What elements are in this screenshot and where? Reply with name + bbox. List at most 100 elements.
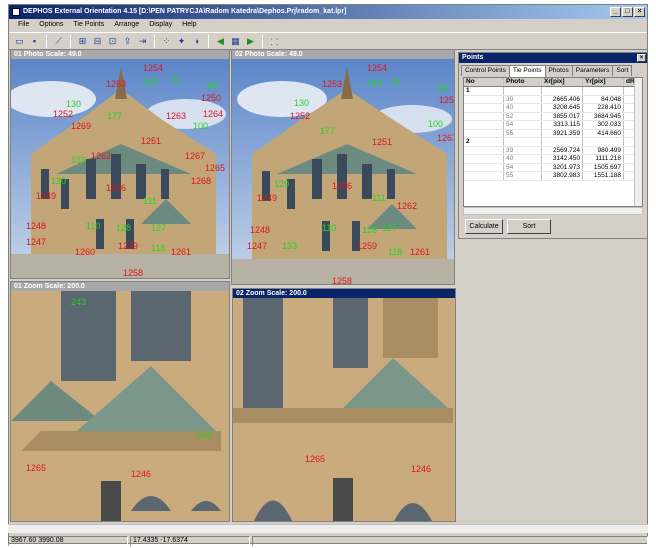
tie-point-label[interactable]: 1247 [247,241,267,251]
table-vertical-scrollbar[interactable] [634,78,642,206]
tie-point-label[interactable]: 99 [438,83,448,93]
wand-icon[interactable]: ⟋ [52,35,65,48]
tie-point-label[interactable]: 177 [107,111,122,121]
tie-point-label[interactable]: 1248 [26,221,46,231]
close-button[interactable]: × [634,7,645,17]
sort-button[interactable]: Sort [507,219,551,234]
tool-icon[interactable]: ✦ [175,35,188,48]
table-row[interactable]: 40 3142.450 1111.218 [464,155,642,164]
table-icon[interactable]: ▦ [229,35,242,48]
table-row[interactable]: 54 3201.973 1505.697 [464,163,642,172]
grid-c-icon[interactable]: ⊡ [106,35,119,48]
tab-tie-points[interactable]: Tie Points [508,65,546,77]
menu-help[interactable]: Help [177,19,201,31]
table-row[interactable]: 54 3313.115 302.033 [464,121,642,130]
tie-point-label[interactable]: 1258 [332,276,352,284]
tie-point-label[interactable]: 1249 [257,193,277,203]
tie-point-label[interactable]: 1251 [141,136,161,146]
table-row[interactable]: 39 2665.406 84.048 [464,95,642,104]
cathedral-photo-1[interactable]: 1254 1253 1252 1251 1250 1249 1248 1247 … [11,59,229,278]
tie-point-label[interactable]: 1265 [305,454,325,464]
column-header-yr[interactable]: Yr[pix] [583,78,624,86]
photo-viewer-1[interactable]: 01 Photo Scale: 49.0 1254 1253 1252 1251… [10,49,230,279]
photo-viewer-2[interactable]: 02 Photo Scale: 49.0 1254 1253 1252 1251… [231,49,455,285]
tie-point-label[interactable]: 127 [151,223,166,233]
column-header-no[interactable]: No [464,78,504,86]
menu-options[interactable]: Options [34,19,68,31]
arrow-right-icon[interactable]: ▶ [244,35,257,48]
tie-point-label[interactable]: 244 [196,430,211,440]
tie-point-label[interactable]: 31 [171,75,181,85]
table-row[interactable]: 1 [464,87,642,96]
tie-point-label[interactable]: 1248 [250,225,270,235]
menu-file[interactable]: File [13,19,34,31]
tie-point-label[interactable]: 1262 [397,201,417,211]
tie-point-label[interactable]: 1265 [205,163,225,173]
tie-point-label[interactable]: 1246 [131,469,151,479]
grid-b-icon[interactable]: ⊟ [91,35,104,48]
column-header-photo[interactable]: Photo [504,78,542,86]
zoom-photo-2[interactable]: 1265 1246 [233,298,455,521]
tie-point-label[interactable]: 118 [388,247,402,257]
contrast-icon[interactable]: ◑ [190,35,203,48]
grid-a-icon[interactable]: ⊞ [76,35,89,48]
tie-point-label[interactable]: 1253 [322,79,342,89]
arrow-left-icon[interactable]: ◀ [214,35,227,48]
tie-point-label[interactable]: 1254 [367,63,387,73]
tie-point-label[interactable]: 130 [294,98,309,108]
tie-point-label[interactable]: 1259 [118,241,138,251]
maximize-button[interactable]: □ [622,7,633,17]
minimize-button[interactable]: _ [610,7,621,17]
tie-point-label[interactable]: 99 [207,81,217,91]
cathedral-photo-2[interactable]: 1254 1253 1252 1251 1250 1249 1248 1247 … [232,59,454,284]
tie-point-label[interactable]: 1269 [71,121,91,131]
tie-point-label[interactable]: 110 [86,221,100,231]
tie-point-label[interactable]: 128 [362,225,377,235]
main-horizontal-scrollbar[interactable] [8,524,648,533]
tie-point-label[interactable]: 111 [372,193,386,203]
tie-point-label[interactable]: 140 [367,78,382,88]
tie-point-label[interactable]: 31 [392,77,402,87]
tab-sort[interactable]: Sort [612,65,633,76]
tie-point-label[interactable]: 128 [116,223,131,233]
menu-display[interactable]: Display [144,19,177,31]
tie-point-label[interactable]: 1254 [143,63,163,73]
tie-point-label[interactable]: 140 [143,77,158,87]
close-icon[interactable]: × [637,54,646,62]
tie-point-label[interactable]: 1266 [332,181,352,191]
tie-point-label[interactable]: 1268 [191,176,211,186]
calculate-button[interactable]: Calculate [465,219,503,234]
open-icon[interactable]: ▭ [13,35,26,48]
tie-point-label[interactable]: 1266 [106,183,126,193]
tie-point-label[interactable]: 110 [322,223,336,233]
tie-point-label[interactable]: 133 [71,155,86,165]
tie-point-label[interactable]: 1251 [372,137,392,147]
tie-point-label[interactable]: 100 [428,119,443,129]
tie-point-label[interactable]: 1259 [357,241,377,251]
tie-point-label[interactable]: 177 [320,126,335,136]
tie-point-label[interactable]: 1246 [411,464,431,474]
zoom-viewer-1[interactable]: 01 Zoom Scale: 200.0 243 244 1265 1246 [10,281,230,522]
tie-point-label[interactable]: 120 [274,179,289,189]
tie-point-label[interactable]: 1252 [53,109,73,119]
tie-point-label[interactable]: 120 [51,176,66,186]
tie-point-label[interactable]: 1261 [171,247,191,257]
tie-point-label[interactable]: 1249 [36,191,56,201]
tie-point-label[interactable]: 1250 [201,93,221,103]
tie-point-label[interactable]: 127 [382,223,397,233]
column-header-xr[interactable]: Xr[pix] [542,78,583,86]
tab-parameters[interactable]: Parameters [571,65,614,76]
tie-point-label[interactable]: 1263 [166,111,186,121]
tie-point-label[interactable]: 1267 [437,133,454,143]
table-row[interactable]: 2 [464,138,642,147]
tie-point-label[interactable]: 1247 [26,237,46,247]
table-row[interactable]: 55 3802.983 1551.188 [464,172,642,181]
tab-control-points[interactable]: Control Points [461,65,510,76]
tab-photos[interactable]: Photos [544,65,573,76]
tie-point-label[interactable]: 1252 [290,111,310,121]
tie-point-label[interactable]: 118 [151,243,165,253]
menu-tie-points[interactable]: Tie Points [68,19,109,31]
tie-point-label[interactable]: 130 [66,99,81,109]
tie-point-label[interactable]: 1260 [75,247,95,257]
export-icon[interactable]: ⇪ [121,35,134,48]
